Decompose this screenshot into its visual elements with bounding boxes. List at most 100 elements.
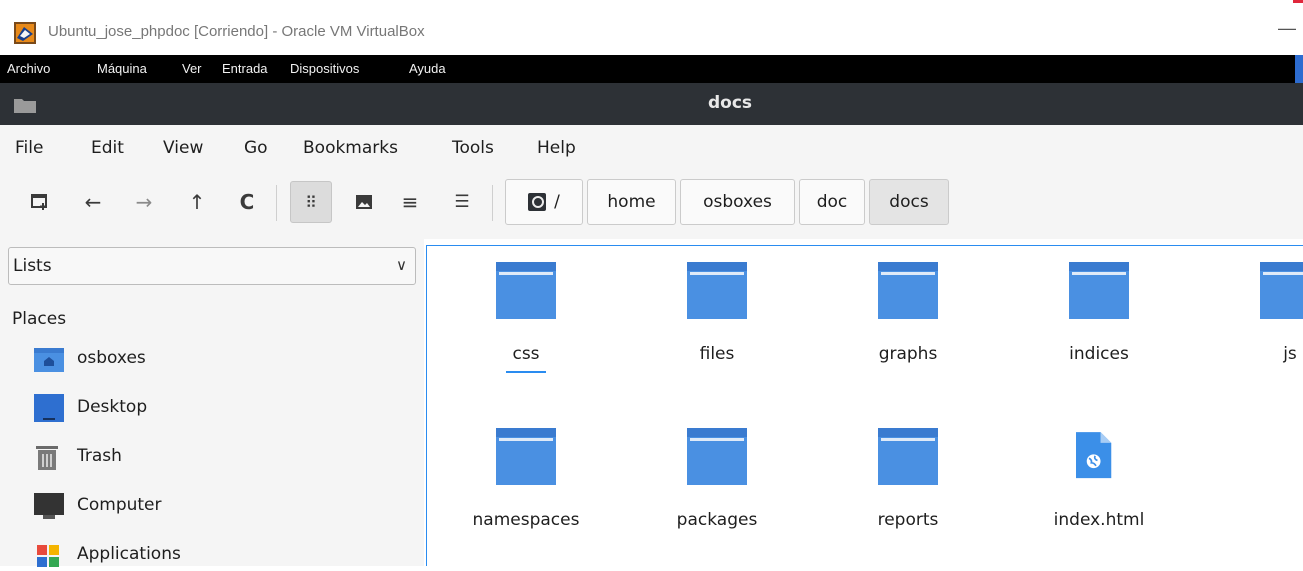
folder-item-reports[interactable]: reports: [828, 428, 988, 538]
folder-item-js[interactable]: js: [1210, 262, 1303, 372]
folder-icon: [687, 428, 747, 485]
new-tab-button[interactable]: [23, 183, 57, 221]
computer-icon: [34, 493, 64, 519]
menu-view[interactable]: View: [163, 138, 203, 158]
virtualbox-logo-icon: [14, 22, 36, 44]
trash-icon: [36, 446, 58, 470]
menu-go[interactable]: Go: [244, 138, 268, 158]
folder-item-graphs[interactable]: graphs: [828, 262, 988, 372]
sidebar-item-desktop[interactable]: Desktop: [34, 390, 414, 424]
file-name: graphs: [878, 344, 938, 364]
toolbar-separator: [276, 185, 277, 221]
sidebar-item-label: Applications: [77, 544, 181, 564]
breadcrumb-root-label: /: [554, 192, 560, 212]
file-name: packages: [676, 510, 758, 530]
menu-bar: File Edit View Go Bookmarks Tools Help: [0, 125, 1303, 167]
sidebar-item-label: Desktop: [77, 397, 148, 417]
grid-icon: ⠿: [305, 192, 317, 212]
folder-item-css[interactable]: css: [446, 262, 606, 373]
file-name: files: [699, 344, 735, 364]
up-arrow-icon: ↑: [188, 190, 206, 214]
html-file-icon: [1076, 432, 1112, 479]
file-name: js: [1283, 344, 1297, 364]
sidebar-item-computer[interactable]: Computer: [34, 488, 414, 522]
folder-item-packages[interactable]: packages: [637, 428, 797, 538]
list-view-button[interactable]: ☰: [445, 183, 479, 221]
reload-icon: C: [239, 190, 255, 214]
vbox-menu-entrada[interactable]: Entrada: [222, 61, 268, 76]
thumbnail-view-button[interactable]: [347, 183, 381, 221]
sidebar-item-label: Computer: [77, 495, 162, 515]
icon-view-button[interactable]: ⠿: [290, 181, 332, 223]
vbox-menu-maquina[interactable]: Máquina: [97, 61, 147, 76]
back-button[interactable]: ←: [76, 183, 110, 221]
toolbar-separator: [492, 185, 493, 221]
folder-icon: [1260, 262, 1303, 319]
breadcrumb-label: doc: [816, 192, 848, 212]
folder-icon: [878, 428, 938, 485]
breadcrumb-root[interactable]: /: [505, 179, 583, 225]
breadcrumb-doc[interactable]: doc: [799, 179, 865, 225]
virtualbox-menu-bar: Archivo Máquina Ver Entrada Dispositivos…: [0, 55, 1303, 83]
folder-item-indices[interactable]: indices: [1019, 262, 1179, 372]
menu-file[interactable]: File: [15, 138, 43, 158]
vbox-menu-ayuda[interactable]: Ayuda: [409, 61, 446, 76]
reload-button[interactable]: C: [230, 183, 264, 221]
breadcrumb-label: osboxes: [703, 192, 772, 212]
file-name: reports: [877, 510, 939, 530]
image-icon: [356, 195, 372, 209]
host-window-title: Ubuntu_jose_phpdoc [Corriendo] - Oracle …: [48, 23, 425, 40]
menu-help[interactable]: Help: [537, 138, 576, 158]
compact-view-button[interactable]: ≡: [393, 183, 427, 221]
compact-list-icon: ≡: [401, 190, 419, 214]
sidebar-item-label: Trash: [77, 446, 122, 466]
sidebar: Lists ∨ Places osboxes Desktop Trash Com…: [0, 239, 424, 567]
folder-icon: [878, 262, 938, 319]
new-tab-icon: [31, 194, 47, 210]
folder-icon: [496, 428, 556, 485]
drive-icon: [528, 193, 547, 211]
back-arrow-icon: ←: [84, 190, 102, 214]
breadcrumb-home[interactable]: home: [587, 179, 676, 225]
forward-arrow-icon: →: [135, 190, 153, 214]
up-button[interactable]: ↑: [180, 183, 214, 221]
sidebar-item-osboxes[interactable]: osboxes: [34, 341, 414, 375]
menu-bookmarks[interactable]: Bookmarks: [303, 138, 398, 158]
folder-icon: [687, 262, 747, 319]
file-name: index.html: [1053, 510, 1145, 530]
breadcrumb-docs[interactable]: docs: [869, 179, 949, 225]
breadcrumb-osboxes[interactable]: osboxes: [680, 179, 795, 225]
sidebar-item-trash[interactable]: Trash: [34, 439, 414, 473]
focus-underline: [506, 371, 546, 373]
vbox-menu-ver[interactable]: Ver: [182, 61, 202, 76]
detail-list-icon: ☰: [454, 192, 470, 212]
vbox-menu-archivo[interactable]: Archivo: [7, 61, 50, 76]
menu-tools[interactable]: Tools: [452, 138, 494, 158]
folder-icon: [1069, 262, 1129, 319]
breadcrumb-label: docs: [889, 192, 929, 212]
scrollbar-edge: [1295, 55, 1303, 83]
desktop-icon: [34, 394, 64, 422]
file-item-index-html[interactable]: index.html: [1019, 428, 1179, 538]
minimize-button[interactable]: —: [1277, 18, 1297, 42]
file-name: css: [512, 344, 540, 364]
host-title-bar: Ubuntu_jose_phpdoc [Corriendo] - Oracle …: [0, 0, 1303, 56]
file-name: namespaces: [472, 510, 580, 530]
sidebar-mode-value: Lists: [13, 256, 52, 276]
menu-edit[interactable]: Edit: [91, 138, 124, 158]
places-heading: Places: [12, 309, 67, 329]
close-button-edge[interactable]: [1293, 0, 1303, 3]
chevron-down-icon: ∨: [396, 256, 407, 274]
home-folder-icon: [34, 348, 64, 372]
vbox-menu-dispositivos[interactable]: Dispositivos: [290, 61, 359, 76]
forward-button[interactable]: →: [127, 183, 161, 221]
sidebar-item-label: osboxes: [77, 348, 146, 368]
folder-item-namespaces[interactable]: namespaces: [446, 428, 606, 538]
breadcrumb-label: home: [607, 192, 656, 212]
sidebar-mode-select[interactable]: Lists ∨: [8, 247, 416, 285]
file-name: indices: [1069, 344, 1129, 364]
file-view[interactable]: css files graphs indices js namespaces p…: [426, 245, 1303, 566]
applications-icon: [37, 545, 59, 567]
folder-item-files[interactable]: files: [637, 262, 797, 372]
window-title: docs: [707, 93, 753, 113]
